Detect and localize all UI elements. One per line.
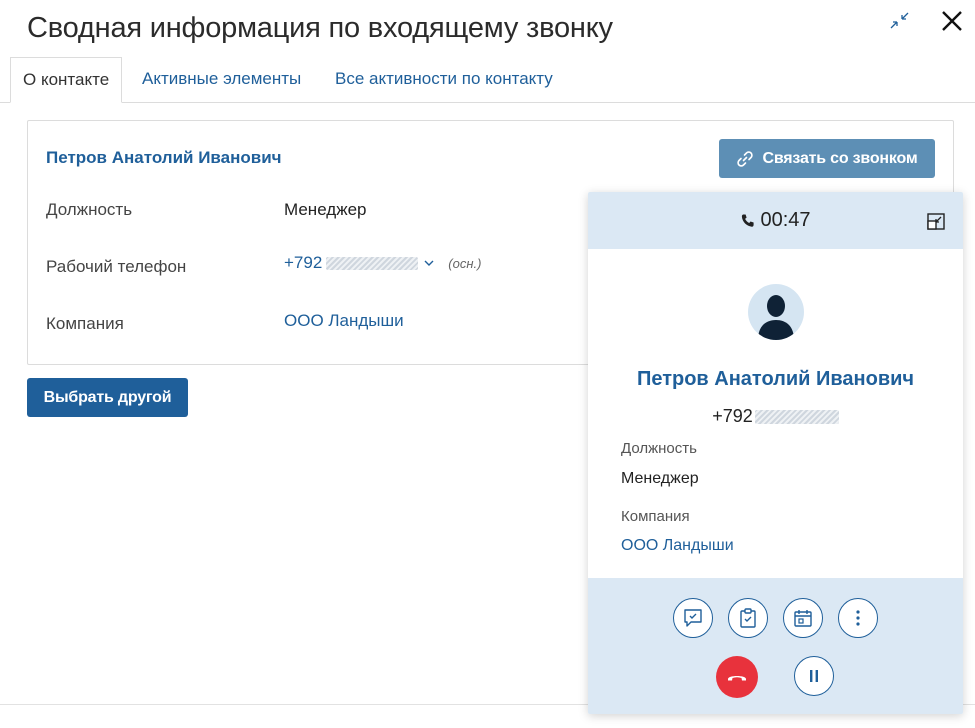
panel-position-label: Должность (621, 440, 697, 457)
call-footer (588, 578, 963, 714)
collapse-button[interactable] (886, 8, 914, 34)
link-to-call-label: Связать со звонком (762, 149, 918, 167)
position-label: Должность (46, 200, 133, 219)
tab-bar: О контакте Активные элементы Все активно… (0, 57, 975, 103)
call-timer-value: 00:47 (760, 209, 811, 231)
minimize-window-icon (927, 213, 945, 230)
contact-name-link[interactable]: Петров Анатолий Иванович (46, 148, 282, 168)
choose-other-button[interactable]: Выбрать другой (27, 378, 188, 417)
pause-icon (810, 670, 818, 682)
company-label: Компания (46, 314, 124, 333)
phone-main-note: (осн.) (448, 255, 482, 271)
comment-icon (684, 609, 702, 627)
work-phone-value[interactable]: +792 (284, 253, 322, 273)
hangup-icon (728, 676, 746, 681)
hangup-button[interactable] (716, 656, 758, 698)
call-timer: 00:47 (588, 192, 963, 249)
caller-phone: +792 (588, 406, 963, 427)
company-link[interactable]: ООО Ландыши (284, 311, 404, 331)
masked-digits (326, 256, 419, 270)
task-icon (740, 608, 756, 628)
close-button[interactable] (938, 7, 966, 35)
work-phone: +792 (осн.) (284, 253, 481, 273)
more-icon (856, 610, 860, 626)
panel-company-label: Компания (621, 508, 690, 525)
chevron-down-icon[interactable] (422, 256, 436, 270)
phone-icon (742, 214, 755, 227)
add-meeting-button[interactable] (783, 598, 823, 638)
add-comment-button[interactable] (673, 598, 713, 638)
tab-about-contact[interactable]: О контакте (10, 57, 123, 103)
tab-all-activities[interactable]: Все активности по контакту (335, 57, 553, 103)
collapse-arrows-icon (890, 12, 909, 29)
close-icon (942, 11, 962, 31)
page-title: Сводная информация по входящему звонку (27, 12, 613, 44)
call-panel: 00:47 Петров Анатолий Иванович +792 Долж… (588, 192, 963, 714)
tab-active-elements[interactable]: Активные элементы (142, 57, 301, 103)
calendar-icon (794, 610, 812, 627)
more-actions-button[interactable] (838, 598, 878, 638)
pause-button[interactable] (794, 656, 834, 696)
link-to-call-button[interactable]: Связать со звонком (719, 139, 935, 178)
position-value: Менеджер (284, 200, 367, 219)
caller-masked-digits (754, 409, 839, 424)
avatar (748, 284, 804, 340)
caller-phone-value: +792 (712, 406, 753, 426)
user-silhouette-icon (758, 295, 794, 340)
work-phone-label: Рабочий телефон (46, 257, 187, 276)
panel-position-value: Менеджер (621, 470, 699, 487)
panel-company-link[interactable]: ООО Ландыши (621, 537, 734, 555)
add-task-button[interactable] (728, 598, 768, 638)
caller-name-link[interactable]: Петров Анатолий Иванович (588, 368, 963, 391)
minimize-panel-button[interactable] (925, 211, 947, 233)
link-icon (737, 150, 754, 167)
